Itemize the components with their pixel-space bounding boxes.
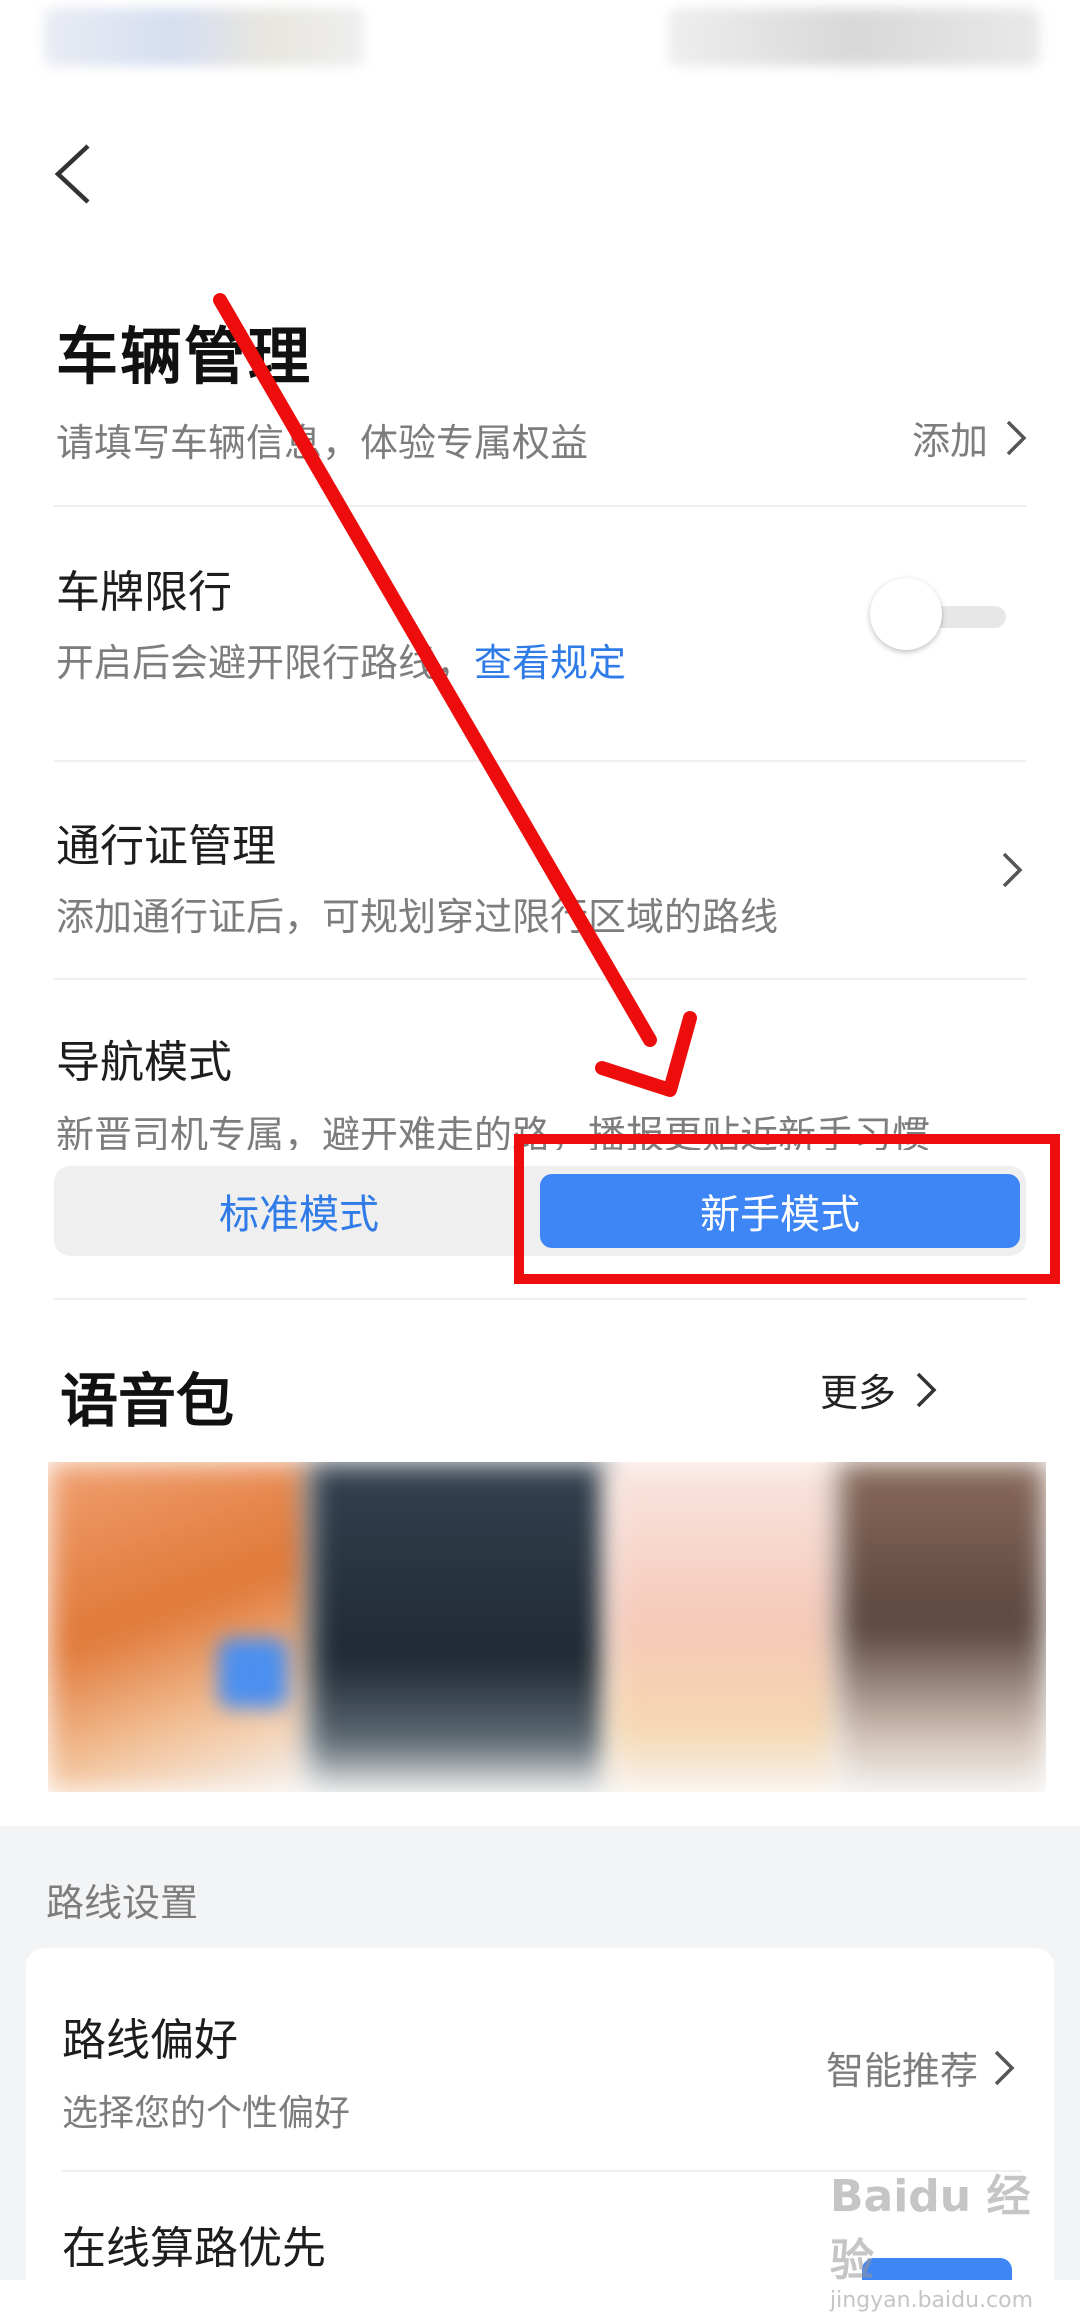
watermark-text: Baidu 经验 xyxy=(830,2171,1031,2286)
annotation-highlight-box xyxy=(514,1134,1060,1284)
watermark: Baidu 经验 jingyan.baidu.com xyxy=(830,2160,1070,2313)
watermark-sub: jingyan.baidu.com xyxy=(830,2288,1034,2313)
